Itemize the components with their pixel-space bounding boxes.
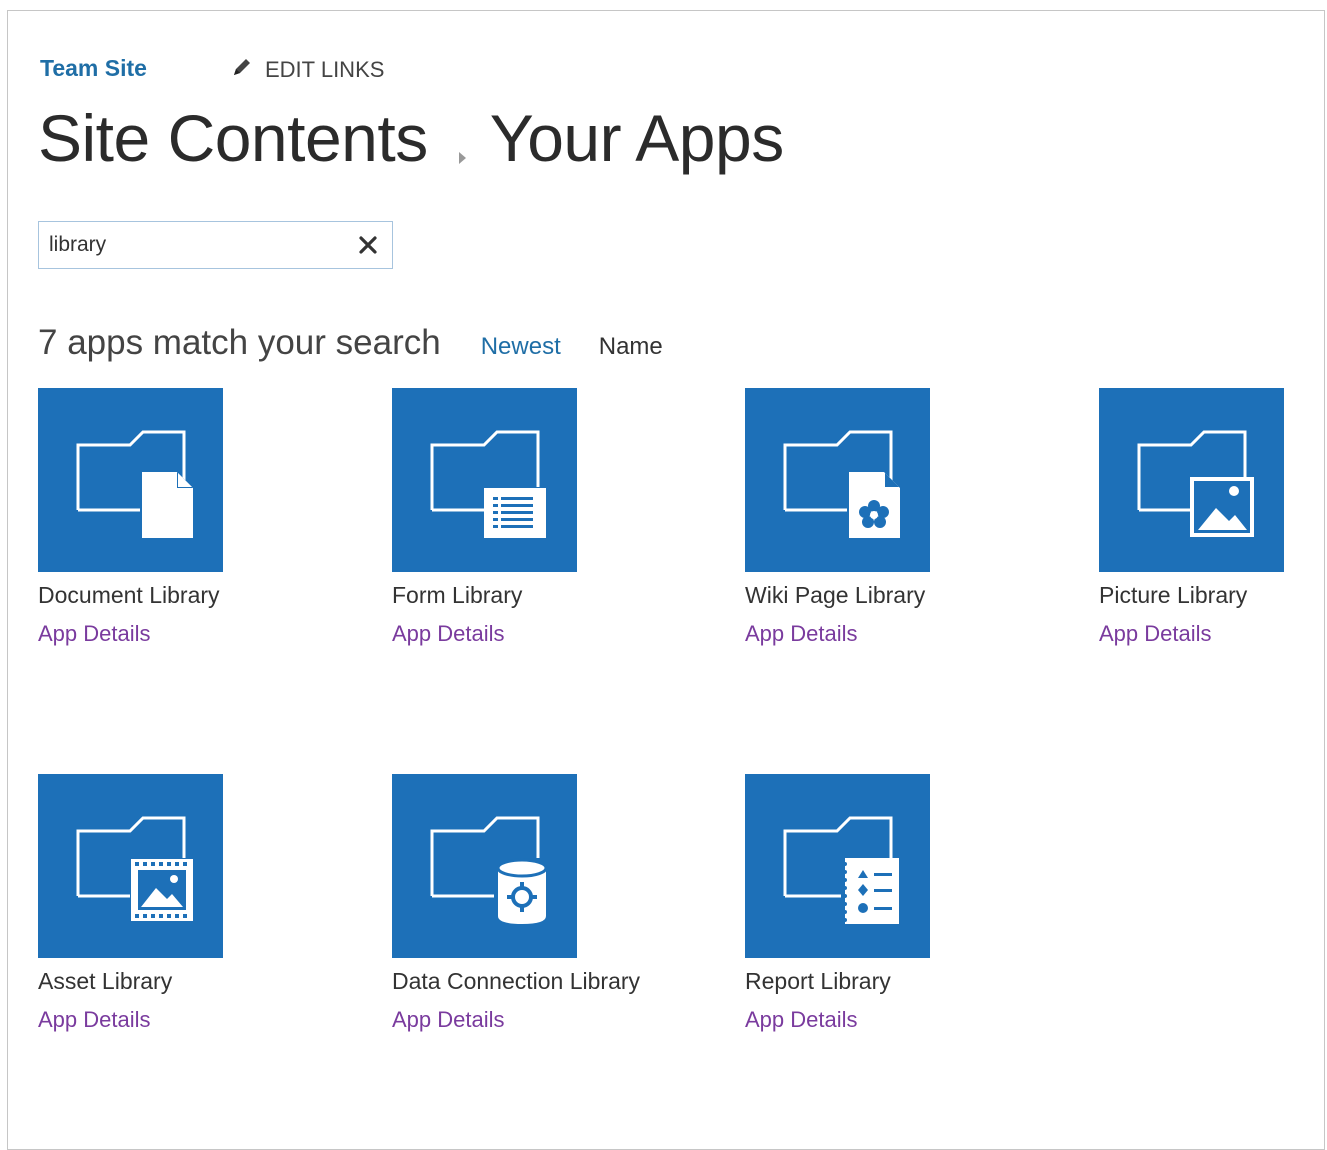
results-summary: 7 apps match your search — [38, 323, 441, 362]
sort-newest-link[interactable]: Newest — [481, 333, 561, 361]
app-details-link[interactable]: App Details — [38, 1007, 338, 1033]
search-input[interactable] — [49, 230, 349, 260]
report-library-icon[interactable] — [745, 774, 930, 958]
app-title[interactable]: Document Library — [38, 582, 338, 609]
app-details-link[interactable]: App Details — [38, 621, 338, 647]
app-tile: Picture Library App Details — [1099, 388, 1327, 647]
data-connection-library-icon[interactable] — [392, 774, 577, 958]
app-tile: Wiki Page Library App Details — [745, 388, 1045, 647]
app-title[interactable]: Picture Library — [1099, 582, 1327, 609]
app-details-link[interactable]: App Details — [745, 621, 1045, 647]
breadcrumb-site-contents[interactable]: Site Contents — [38, 100, 428, 176]
app-search-box — [38, 221, 393, 269]
breadcrumb-your-apps: Your Apps — [489, 101, 784, 175]
picture-library-icon[interactable] — [1099, 388, 1284, 572]
app-tile: Asset Library App Details — [38, 774, 338, 1033]
app-title[interactable]: Data Connection Library — [392, 968, 692, 995]
sort-name-link[interactable]: Name — [599, 333, 663, 361]
app-tile: Form Library App Details — [392, 388, 692, 647]
breadcrumb-separator-icon — [458, 104, 468, 180]
team-site-link[interactable]: Team Site — [40, 55, 147, 82]
app-details-link[interactable]: App Details — [392, 1007, 692, 1033]
page-title: Site Contents Your Apps — [38, 96, 784, 180]
pencil-icon — [231, 56, 253, 84]
edit-links-button[interactable]: EDIT LINKS — [231, 56, 384, 84]
edit-links-label: EDIT LINKS — [265, 57, 385, 82]
document-library-icon[interactable] — [38, 388, 223, 572]
results-header: 7 apps match your search Newest Name — [38, 323, 663, 363]
app-details-link[interactable]: App Details — [1099, 621, 1327, 647]
app-title[interactable]: Form Library — [392, 582, 692, 609]
asset-library-icon[interactable] — [38, 774, 223, 958]
app-details-link[interactable]: App Details — [392, 621, 692, 647]
app-title[interactable]: Report Library — [745, 968, 1045, 995]
app-details-link[interactable]: App Details — [745, 1007, 1045, 1033]
form-library-icon[interactable] — [392, 388, 577, 572]
app-tile: Report Library App Details — [745, 774, 1045, 1033]
app-tile: Document Library App Details — [38, 388, 338, 647]
close-icon[interactable] — [357, 234, 379, 256]
app-title[interactable]: Wiki Page Library — [745, 582, 1045, 609]
wiki-page-library-icon[interactable] — [745, 388, 930, 572]
app-tile: Data Connection Library App Details — [392, 774, 692, 1033]
app-title[interactable]: Asset Library — [38, 968, 338, 995]
